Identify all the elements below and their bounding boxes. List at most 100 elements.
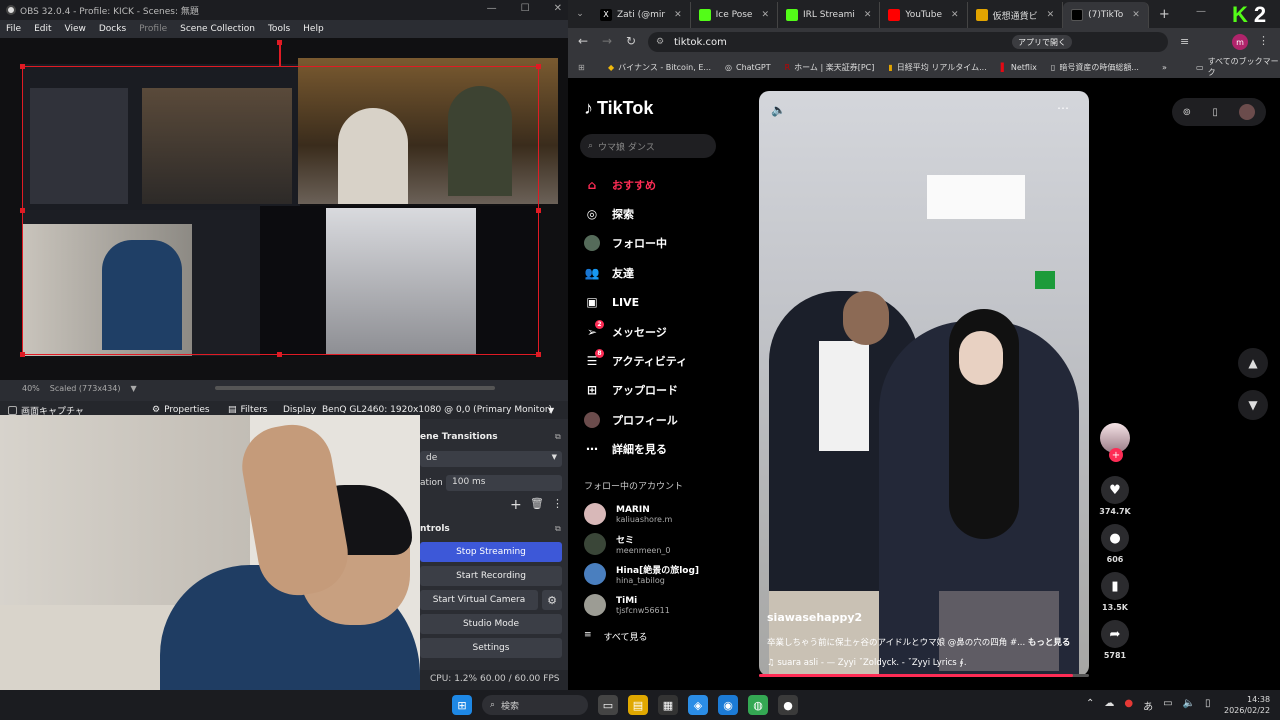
resize-handle[interactable]: [20, 352, 25, 357]
previous-video-button[interactable]: ▲: [1238, 348, 1268, 378]
ime-indicator[interactable]: あ: [1143, 698, 1153, 713]
start-recording-button[interactable]: Start Recording: [420, 566, 562, 586]
transition-select[interactable]: de ▼: [420, 451, 562, 467]
preview-source-tiktok[interactable]: [260, 206, 540, 356]
close-tab-icon[interactable]: ✕: [1047, 10, 1055, 20]
menu-tools[interactable]: Tools: [268, 24, 290, 34]
copilot-icon[interactable]: ◈: [688, 695, 708, 715]
account-item[interactable]: セミ meenmeen_0: [584, 533, 671, 555]
mini-player-icon[interactable]: ⊚: [1183, 107, 1191, 118]
see-all-link[interactable]: ≡ すべて見る: [584, 630, 648, 643]
task-view-icon[interactable]: ▭: [598, 695, 618, 715]
close-tab-icon[interactable]: ✕: [864, 10, 872, 20]
bookmark-binance[interactable]: ◆ バイナンス - Bitcoin, E...: [608, 62, 711, 73]
start-icon[interactable]: ⊞: [452, 695, 472, 715]
more-options-icon[interactable]: ⋯: [1057, 101, 1069, 115]
add-transition-icon[interactable]: +: [510, 497, 522, 513]
like-action[interactable]: ♥ 374.7K: [1099, 476, 1131, 516]
nav-profile[interactable]: プロフィール: [584, 405, 687, 434]
forward-icon[interactable]: →: [602, 34, 612, 48]
more-icon[interactable]: ⋮: [552, 497, 563, 510]
bookmark-chatgpt[interactable]: ◎ ChatGPT: [725, 63, 771, 72]
more-bookmarks-icon[interactable]: »: [1162, 63, 1167, 72]
duration-input[interactable]: 100 ms: [446, 475, 562, 491]
site-info-icon[interactable]: ⚙: [656, 37, 664, 47]
all-bookmarks[interactable]: ▭ すべてのブックマーク: [1196, 56, 1280, 78]
tab-kick-irl[interactable]: IRL Streami ✕: [778, 2, 881, 28]
share-action[interactable]: ➦ 5781: [1100, 620, 1130, 660]
follow-plus-icon[interactable]: +: [1109, 448, 1123, 462]
close-tab-icon[interactable]: ✕: [951, 10, 959, 20]
minimize-icon[interactable]: —: [1196, 6, 1206, 17]
tiktok-logo[interactable]: ♪ TikTok: [584, 98, 653, 119]
save-action[interactable]: ▮ 13.5K: [1100, 572, 1130, 612]
video-username[interactable]: siawasehappy2: [767, 611, 1083, 624]
battery-icon[interactable]: ▯: [1205, 698, 1211, 713]
nav-upload[interactable]: ⊞ アップロード: [584, 376, 687, 405]
resize-handle[interactable]: [277, 352, 282, 357]
scale-dropdown-icon[interactable]: ▼: [130, 384, 136, 393]
menu-profile[interactable]: Profile: [139, 24, 167, 34]
comment-action[interactable]: ● 606: [1100, 524, 1130, 564]
back-icon[interactable]: ←: [578, 34, 588, 48]
new-tab-icon[interactable]: +: [1159, 7, 1170, 22]
volume-icon[interactable]: 🔈: [1183, 698, 1195, 713]
close-tab-icon[interactable]: ✕: [761, 10, 769, 20]
bookmark-nikkei[interactable]: ▮ 日経平均 リアルタイム...: [888, 62, 986, 73]
profile-avatar[interactable]: m: [1232, 34, 1248, 50]
account-item[interactable]: MARIN kaliuashore.m: [584, 503, 672, 525]
nav-foryou[interactable]: ⌂ おすすめ: [584, 170, 687, 199]
resize-handle[interactable]: [536, 64, 541, 69]
virtual-camera-settings-icon[interactable]: ⚙: [542, 590, 562, 610]
dock-float-icon[interactable]: ⧉: [555, 524, 561, 534]
resize-handle[interactable]: [536, 208, 541, 213]
close-icon[interactable]: ✕: [554, 3, 562, 14]
video-progress[interactable]: [759, 674, 1089, 677]
properties-button[interactable]: ⚙ Properties: [152, 405, 210, 415]
menu-help[interactable]: Help: [303, 24, 324, 34]
user-avatar[interactable]: [1239, 104, 1256, 120]
tab-x[interactable]: X Zati (@mir ✕: [592, 2, 691, 28]
zoom-level[interactable]: 40%: [22, 384, 40, 393]
taskbar-clock[interactable]: 14:38 2026/02/22: [1224, 694, 1270, 716]
preview-source-stream[interactable]: [298, 58, 558, 204]
chevron-up-icon[interactable]: ⌃: [1086, 698, 1094, 713]
menu-icon[interactable]: ⋮: [1258, 34, 1269, 47]
microphone-icon[interactable]: ●: [1124, 698, 1133, 713]
trash-icon[interactable]: 🗑: [530, 497, 544, 510]
apps-icon[interactable]: ⊞: [578, 63, 585, 72]
menu-view[interactable]: View: [65, 24, 86, 34]
extensions-icon[interactable]: ≡: [1180, 35, 1189, 48]
resize-handle[interactable]: [20, 208, 25, 213]
nav-messages[interactable]: ➢ 2 メッセージ: [584, 317, 687, 346]
bookmark-netflix[interactable]: ▌ Netflix: [1001, 63, 1037, 72]
resize-handle[interactable]: [536, 352, 541, 357]
menu-file[interactable]: File: [6, 24, 21, 34]
preview-scrollbar[interactable]: [215, 386, 495, 390]
close-tab-icon[interactable]: ✕: [674, 10, 682, 20]
resize-handle[interactable]: [20, 64, 25, 69]
display-select[interactable]: BenQ GL2460: 1920x1080 @ 0,0 (Primary Mo…: [322, 405, 552, 415]
tab-crypto[interactable]: 仮想通貨ビ ✕: [968, 2, 1064, 28]
edge-icon[interactable]: ◉: [718, 695, 738, 715]
network-icon[interactable]: ▭: [1163, 698, 1172, 713]
obs-preview[interactable]: [0, 38, 568, 380]
more-link[interactable]: もっと見る: [1028, 638, 1071, 648]
nav-explore[interactable]: ◎ 探索: [584, 199, 687, 228]
preview-source-screen[interactable]: [22, 64, 300, 210]
rotation-handle-dot[interactable]: [277, 40, 282, 45]
nav-more[interactable]: ⋯ 詳細を見る: [584, 435, 687, 464]
video-music[interactable]: ♫ suara asli - — Zyyi ˇZoldyck. - ˇZyyi …: [767, 658, 1083, 668]
account-item[interactable]: Hina[絶景の旅log] hina_tabilog: [584, 563, 699, 585]
menu-docks[interactable]: Docks: [99, 24, 126, 34]
display-dropdown-icon[interactable]: ▼: [548, 406, 554, 415]
nav-following[interactable]: フォロー中: [584, 229, 687, 258]
nav-activity[interactable]: ☰ 8 アクティビティ: [584, 346, 687, 375]
device-icon[interactable]: ▯: [1212, 107, 1218, 118]
open-in-app-button[interactable]: アプリで開く: [1012, 35, 1072, 49]
bookmark-rakuten[interactable]: R ホーム | 楽天証券[PC]: [785, 62, 875, 73]
settings-button[interactable]: Settings: [420, 638, 562, 658]
minimize-icon[interactable]: —: [487, 3, 497, 14]
obs-icon[interactable]: ●: [778, 695, 798, 715]
maximize-icon[interactable]: ☐: [521, 3, 530, 14]
